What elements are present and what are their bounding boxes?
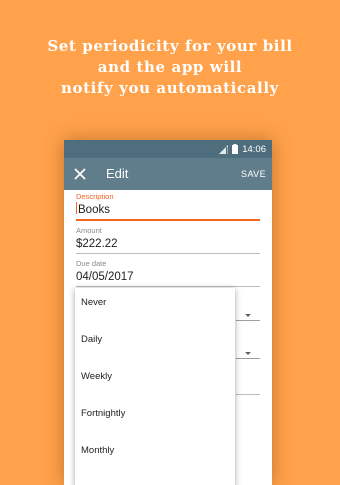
promo-headline: Set periodicity for your bill and the ap… <box>0 36 340 99</box>
periodicity-spinner-underline <box>236 320 260 321</box>
description-label: Description <box>76 192 114 201</box>
battery-icon <box>232 144 239 154</box>
headline-line-2: and the app will <box>97 58 243 76</box>
dropdown-option-monthly[interactable]: Monthly <box>75 436 235 466</box>
toolbar-title: Edit <box>106 166 129 181</box>
description-input[interactable]: Books <box>76 202 260 221</box>
amount-label: Amount <box>76 226 102 235</box>
periodicity-dropdown-arrow-icon[interactable] <box>245 314 251 317</box>
dropdown-option-weekly[interactable]: Weekly <box>75 362 235 392</box>
amount-input[interactable]: $222.22 <box>76 236 260 254</box>
reminder-dropdown-arrow-icon[interactable] <box>245 352 251 355</box>
headline-line-1: Set periodicity for your bill <box>47 37 293 55</box>
dropdown-option-label: Monthly <box>81 445 115 456</box>
status-time: 14:06 <box>242 143 266 155</box>
dropdown-option-label: Weekly <box>81 371 112 382</box>
dropdown-option-label: Daily <box>81 334 103 345</box>
amount-field[interactable]: Amount $222.22 <box>76 226 260 254</box>
description-value: Books <box>78 204 110 216</box>
status-bar: 14:06 <box>64 140 272 158</box>
close-icon[interactable] <box>72 166 88 182</box>
dropdown-option-never[interactable]: Never <box>75 288 235 318</box>
headline-line-3: notify you automatically <box>61 79 279 97</box>
due-date-label: Due date <box>76 259 107 268</box>
periodicity-dropdown-menu: Never Daily Weekly Fortnightly Monthly <box>75 288 235 485</box>
signal-icon <box>219 144 229 154</box>
due-date-field[interactable]: Due date 04/05/2017 <box>76 259 260 287</box>
app-toolbar: Edit SAVE <box>64 158 272 190</box>
dropdown-option-label: Never <box>81 297 107 308</box>
dropdown-option-label: Fortnightly <box>81 408 126 419</box>
hidden-field-underline <box>236 394 260 395</box>
due-date-input[interactable]: 04/05/2017 <box>76 269 260 287</box>
description-field[interactable]: Description Books <box>76 192 260 221</box>
save-button[interactable]: SAVE <box>241 169 266 179</box>
reminder-spinner-underline <box>236 358 260 359</box>
dropdown-option-fortnightly[interactable]: Fortnightly <box>75 399 235 429</box>
phone-screen: 14:06 Edit SAVE Description Books Amount… <box>64 140 272 485</box>
text-caret <box>76 202 77 214</box>
dropdown-option-daily[interactable]: Daily <box>75 325 235 355</box>
